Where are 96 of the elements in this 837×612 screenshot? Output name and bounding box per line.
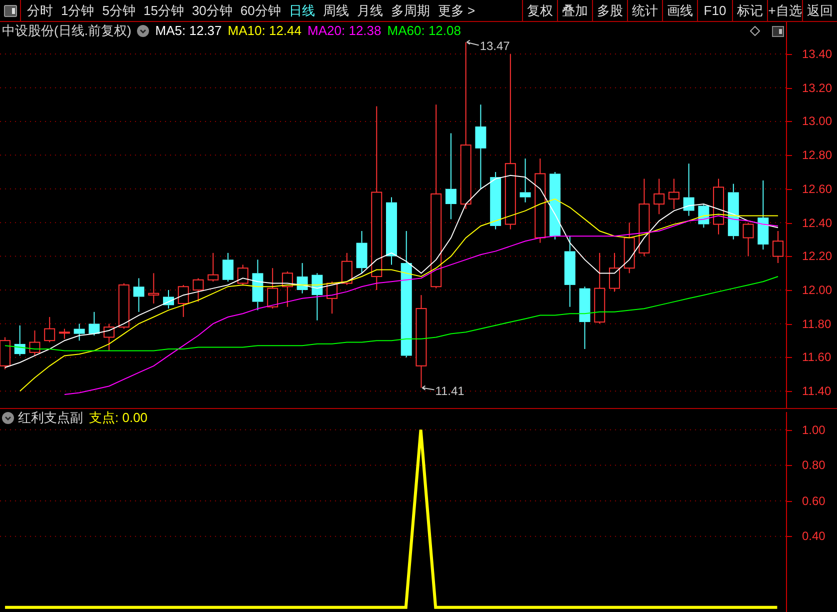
period-tab[interactable]: 30分钟 bbox=[192, 4, 232, 17]
candlestick bbox=[104, 323, 115, 352]
period-tab[interactable]: 月线 bbox=[356, 4, 383, 17]
candlestick bbox=[608, 252, 620, 292]
series-reading: : 0.00 bbox=[115, 409, 148, 428]
candlestick bbox=[564, 236, 576, 308]
toolbar-button[interactable]: +自选 bbox=[767, 0, 802, 21]
candlestick bbox=[742, 222, 754, 257]
candlestick bbox=[312, 272, 323, 321]
candlestick bbox=[163, 290, 174, 310]
candlestick bbox=[74, 323, 85, 342]
toolbar-button[interactable]: 标记 bbox=[732, 0, 767, 21]
price-axis-label: 11.60 bbox=[802, 351, 832, 364]
period-tab[interactable]: 1分钟 bbox=[61, 4, 94, 17]
price-axis-label: 12.00 bbox=[802, 284, 832, 296]
candlestick bbox=[118, 282, 130, 330]
indicator-axis-label: 0.60 bbox=[802, 494, 826, 507]
candlestick bbox=[58, 328, 70, 340]
candlestick bbox=[14, 324, 26, 356]
low-price-label: 11.41 bbox=[435, 384, 464, 397]
period-tab[interactable]: 60分钟 bbox=[240, 4, 281, 17]
period-tab[interactable]: 周线 bbox=[322, 4, 349, 17]
price-axis-label: 11.40 bbox=[802, 385, 832, 398]
candlestick bbox=[550, 172, 561, 240]
candlestick bbox=[88, 311, 100, 336]
toolbar-button[interactable]: 叠加 bbox=[557, 0, 592, 21]
candlestick bbox=[237, 264, 248, 286]
price-axis-label: 12.40 bbox=[802, 216, 832, 229]
candlestick bbox=[208, 252, 219, 282]
diamond-icon[interactable] bbox=[750, 26, 760, 36]
candlestick bbox=[713, 178, 724, 235]
candlestick bbox=[267, 268, 278, 310]
leader-line bbox=[422, 385, 435, 390]
candlestick bbox=[386, 196, 397, 266]
toolbar-button[interactable]: F10 bbox=[697, 0, 732, 21]
candlestick bbox=[296, 262, 308, 294]
period-tab[interactable]: 多周期 bbox=[390, 4, 430, 17]
period-tab[interactable]: 日线 bbox=[288, 4, 315, 17]
candlestick bbox=[148, 272, 160, 304]
price-axis-label: 12.20 bbox=[802, 250, 832, 262]
series-name: MA60 bbox=[387, 22, 422, 40]
toolbar-button[interactable]: 复权 bbox=[522, 0, 557, 21]
price-axis-label: 13.20 bbox=[802, 82, 832, 94]
series-reading: : 12.37 bbox=[182, 22, 222, 40]
series-name: MA20 bbox=[308, 22, 342, 40]
candlestick bbox=[490, 172, 502, 230]
circle-chevron-icon[interactable] bbox=[137, 25, 150, 37]
candlestick bbox=[222, 252, 234, 282]
price-axis-label: 11.80 bbox=[802, 318, 832, 330]
price-axis-label: 12.60 bbox=[802, 182, 832, 195]
indicator-axis-label: 1.00 bbox=[802, 424, 826, 436]
candlestick bbox=[341, 252, 352, 286]
candlestick bbox=[579, 286, 590, 350]
candlestick bbox=[772, 230, 784, 264]
candlestick bbox=[758, 180, 769, 250]
candlestick bbox=[356, 230, 368, 274]
candlestick bbox=[520, 158, 531, 203]
candlestick bbox=[326, 281, 338, 314]
candlestick bbox=[683, 163, 694, 216]
series-reading: : 12.38 bbox=[341, 22, 382, 40]
window-icon[interactable] bbox=[4, 4, 16, 16]
toolbar-button[interactable]: 返回 bbox=[802, 0, 837, 21]
indicator-axis-label: 0.40 bbox=[802, 530, 826, 542]
stock-title: 中设股份(日线.前复权) bbox=[2, 22, 132, 40]
series-name: MA5 bbox=[155, 22, 182, 40]
candlestick bbox=[29, 330, 40, 356]
series-reading: : 12.08 bbox=[421, 22, 461, 40]
leader-line bbox=[466, 40, 480, 46]
period-tab[interactable]: 5分钟 bbox=[102, 4, 136, 17]
period-tab[interactable]: 15分钟 bbox=[143, 4, 184, 17]
circle-chevron-icon[interactable] bbox=[2, 412, 14, 424]
candlestick bbox=[44, 316, 56, 343]
candlestick bbox=[728, 183, 739, 240]
price-axis-label: 13.40 bbox=[802, 48, 832, 60]
candlestick bbox=[624, 222, 635, 274]
high-price-label: 13.47 bbox=[480, 40, 510, 52]
toolbar-button[interactable]: 画线 bbox=[662, 0, 697, 21]
indicator-title: 红利支点副 bbox=[18, 409, 83, 428]
period-tab[interactable]: 分时 bbox=[27, 4, 53, 17]
toolbar-button[interactable]: 多股 bbox=[592, 0, 627, 21]
candlestick bbox=[252, 259, 264, 311]
indicator-axis-label: 0.80 bbox=[802, 459, 826, 472]
candlestick bbox=[282, 270, 293, 308]
candlestick bbox=[178, 284, 189, 318]
series-name: 支点 bbox=[89, 409, 115, 428]
period-tab[interactable]: 更多 > bbox=[438, 4, 476, 17]
window-icon[interactable] bbox=[772, 26, 784, 36]
candlestick bbox=[192, 278, 204, 302]
toolbar-button[interactable]: 统计 bbox=[627, 0, 662, 21]
candlestick bbox=[654, 178, 665, 215]
candlestick bbox=[668, 178, 680, 210]
series-reading: : 12.44 bbox=[262, 22, 302, 40]
candlestick bbox=[133, 278, 144, 312]
price-axis-label: 12.80 bbox=[802, 149, 832, 162]
price-axis-label: 13.00 bbox=[802, 115, 832, 128]
series-name: MA10 bbox=[228, 22, 262, 40]
